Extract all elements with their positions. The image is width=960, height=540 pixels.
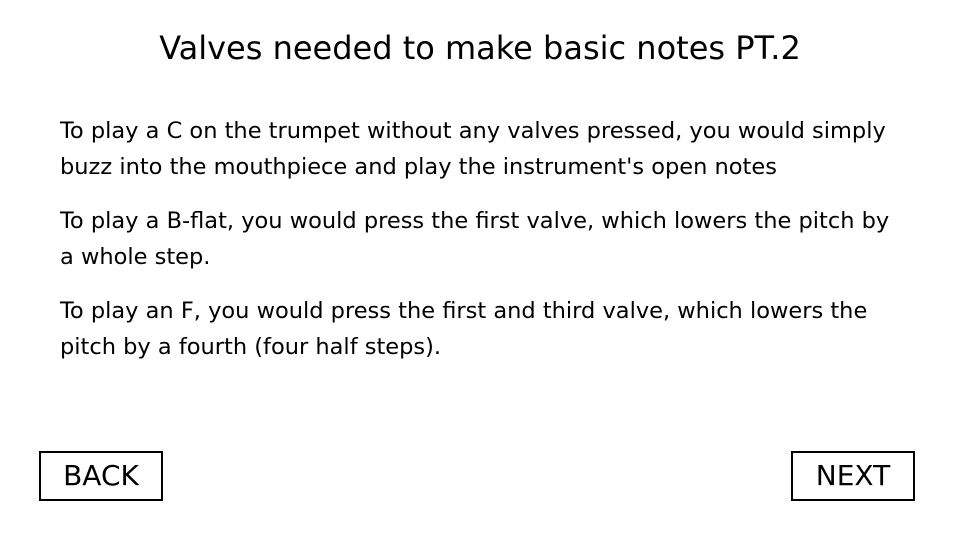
paragraph-f-note: To play an F, you would press the first … (60, 298, 868, 360)
slide-body: To play a C on the trumpet without any v… (60, 113, 910, 383)
paragraph-c-note: To play a C on the trumpet without any v… (60, 118, 886, 180)
slide: Valves needed to make basic notes PT.2 T… (0, 0, 960, 540)
next-button[interactable]: NEXT (791, 451, 915, 501)
slide-title: Valves needed to make basic notes PT.2 (159, 29, 801, 67)
paragraph-b-flat-note: To play a B-flat, you would press the fi… (60, 208, 890, 270)
back-button[interactable]: BACK (39, 451, 163, 501)
